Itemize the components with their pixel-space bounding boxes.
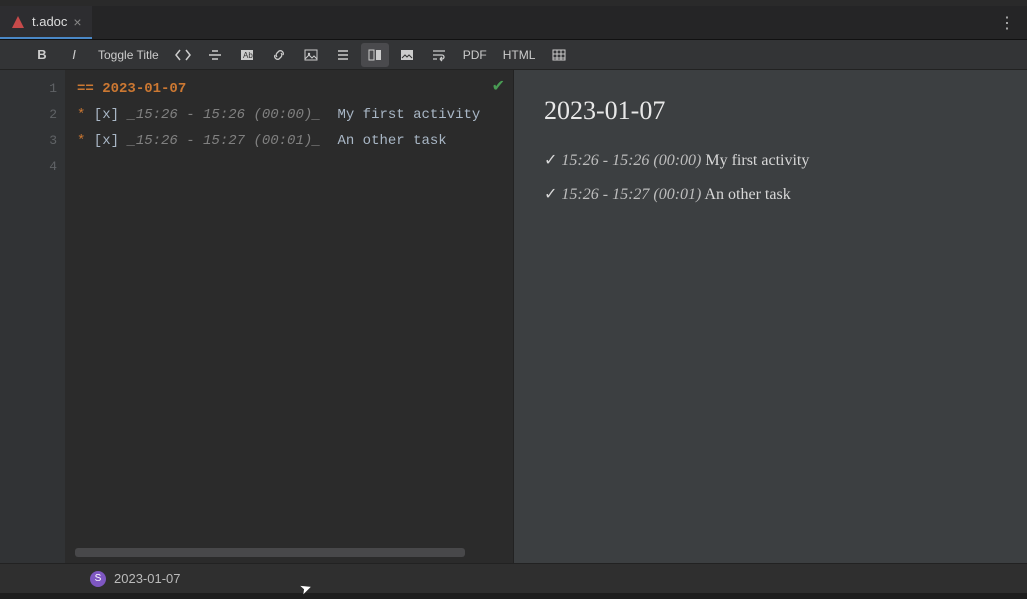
tab-filename: t.adoc: [32, 14, 67, 29]
list-button[interactable]: [329, 43, 357, 67]
activity-text: An other task: [701, 186, 790, 203]
html-button[interactable]: HTML: [497, 43, 542, 67]
check-icon: ✓: [544, 186, 557, 203]
link-button[interactable]: [265, 43, 293, 67]
strikethrough-button[interactable]: [201, 43, 229, 67]
line-gutter: 1 2 3 4: [0, 70, 65, 563]
file-tab[interactable]: t.adoc ×: [0, 6, 92, 39]
wrap-button[interactable]: [425, 43, 453, 67]
section-badge: S: [90, 571, 106, 587]
code-button[interactable]: [169, 43, 197, 67]
line-number: 4: [0, 154, 57, 180]
breadcrumb[interactable]: S 2023-01-07: [0, 563, 1027, 593]
code-area[interactable]: == 2023-01-07 * [x] _15:26 - 15:26 (00:0…: [65, 70, 513, 563]
more-menu-icon[interactable]: ⋮: [987, 13, 1027, 33]
source-editor[interactable]: 1 2 3 4 == 2023-01-07 * [x] _15:26 - 15:…: [0, 70, 513, 563]
check-icon: ✓: [544, 152, 557, 169]
highlight-button[interactable]: Ab: [233, 43, 261, 67]
preview-pane: 2023-01-07 ✓15:26 - 15:26 (00:00) My fir…: [513, 70, 1027, 563]
image-button[interactable]: [297, 43, 325, 67]
line-number: 2: [0, 102, 57, 128]
tab-bar: t.adoc × ⋮: [0, 6, 1027, 40]
svg-text:Ab: Ab: [243, 51, 253, 60]
list-item: ✓15:26 - 15:27 (00:01) An other task: [544, 184, 997, 204]
table-button[interactable]: [545, 43, 573, 67]
asciidoc-file-icon: [10, 14, 26, 30]
breadcrumb-text: 2023-01-07: [114, 571, 181, 586]
line-number: 1: [0, 76, 57, 102]
image-block-button[interactable]: [393, 43, 421, 67]
time-range: 15:26 - 15:26 (00:00): [561, 152, 701, 169]
preview-title: 2023-01-07: [544, 96, 997, 126]
activity-text: My first activity: [701, 152, 809, 169]
close-icon[interactable]: ×: [73, 14, 81, 30]
pdf-button[interactable]: PDF: [457, 43, 493, 67]
editor-toolbar: B I Toggle Title Ab PDF HTML: [0, 40, 1027, 70]
italic-button[interactable]: I: [60, 43, 88, 67]
line-number: 3: [0, 128, 57, 154]
time-range: 15:26 - 15:27 (00:01): [561, 186, 701, 203]
list-item: ✓15:26 - 15:26 (00:00) My first activity: [544, 150, 997, 170]
status-ok-icon: ✔: [492, 76, 505, 96]
toggle-title-button[interactable]: Toggle Title: [92, 43, 165, 67]
bold-button[interactable]: B: [28, 43, 56, 67]
horizontal-scrollbar[interactable]: [75, 548, 465, 557]
split-view-button[interactable]: [361, 43, 389, 67]
